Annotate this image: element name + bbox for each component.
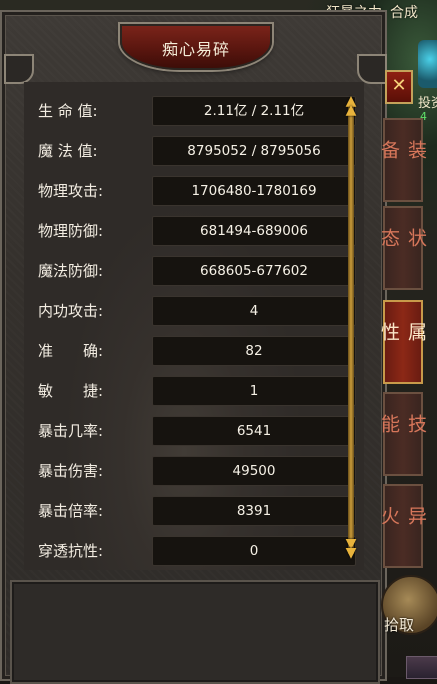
info-box (10, 580, 380, 684)
stat-row-accuracy: 准 确: 82 (38, 336, 364, 366)
panel-corner-ornament (357, 54, 387, 84)
stat-label: 物理防御: (38, 222, 104, 240)
stat-label: 暴击几率: (38, 422, 104, 440)
top-status-item[interactable]: 合成 (390, 5, 418, 21)
stat-row-magic-defense: 魔法防御: 668605-677602 (38, 256, 364, 286)
stat-label: 物理攻击: (38, 182, 104, 200)
close-button[interactable]: ✕ (385, 70, 413, 104)
scroll-up-icon[interactable]: ▲ ▲ (342, 94, 360, 117)
stat-label: 穿透抗性: (38, 542, 104, 560)
tab-label: 属性 (378, 322, 427, 345)
stat-value: 49500 (152, 456, 356, 486)
stat-label: 敏 捷: (38, 382, 104, 400)
stat-value: 8795052 / 8795056 (152, 136, 356, 166)
stats-list: 生 命 值: 2.11亿 / 2.11亿 魔 法 值: 8795052 / 87… (24, 82, 364, 570)
character-panel: 痴心易碎 生 命 值: 2.11亿 / 2.11亿 魔 法 值: 8795052… (0, 10, 387, 684)
tab-label: 装备 (378, 140, 427, 163)
panel-title: 痴心易碎 (161, 40, 230, 59)
stat-row-inner-attack: 内功攻击: 4 (38, 296, 364, 326)
stat-value: 1706480-1780169 (152, 176, 356, 206)
panel-corner-ornament (4, 54, 34, 84)
tab-strange-fire[interactable]: 异火 (378, 484, 427, 568)
stat-label: 内功攻击: (38, 302, 104, 320)
stat-row-penetration-resist: 穿透抗性: 0 (38, 536, 364, 566)
stat-label: 生 命 值: (38, 102, 98, 120)
stat-row-crit-chance: 暴击几率: 6541 (38, 416, 364, 446)
tab-status[interactable]: 状态 (378, 206, 427, 290)
stat-label: 暴击倍率: (38, 502, 104, 520)
stat-value: 4 (152, 296, 356, 326)
tab-equipment[interactable]: 装备 (378, 118, 427, 202)
stat-label: 暴击伤害: (38, 462, 104, 480)
stat-row-physical-attack: 物理攻击: 1706480-1780169 (38, 176, 364, 206)
tab-label: 状态 (378, 228, 427, 251)
stat-value: 681494-689006 (152, 216, 356, 246)
scrollbar[interactable] (348, 104, 354, 554)
stat-label: 魔 法 值: (38, 142, 98, 160)
tab-label: 异火 (378, 506, 427, 529)
stat-value: 82 (152, 336, 356, 366)
stat-label: 魔法防御: (38, 262, 104, 280)
expand-icon[interactable] (406, 656, 437, 679)
stat-row-hp: 生 命 值: 2.11亿 / 2.11亿 (38, 96, 364, 126)
stat-value: 1 (152, 376, 356, 406)
stat-row-crit-damage: 暴击伤害: 49500 (38, 456, 364, 486)
stat-value: 0 (152, 536, 356, 566)
pickup-label: 拾取 (384, 616, 415, 634)
stat-value: 6541 (152, 416, 356, 446)
invest-icon[interactable] (418, 40, 437, 88)
stat-label: 准 确: (38, 342, 104, 360)
tab-label: 技能 (378, 414, 427, 437)
scroll-down-icon[interactable]: ▼ ▼ (342, 537, 360, 560)
stat-value: 8391 (152, 496, 356, 526)
stat-row-agility: 敏 捷: 1 (38, 376, 364, 406)
stat-value: 2.11亿 / 2.11亿 (152, 96, 356, 126)
tab-attributes[interactable]: 属性 (378, 300, 427, 384)
stat-row-mp: 魔 法 值: 8795052 / 8795056 (38, 136, 364, 166)
stat-value: 668605-677602 (152, 256, 356, 286)
tab-skills[interactable]: 技能 (378, 392, 427, 476)
invest-label: 投资 (418, 96, 437, 111)
stat-row-crit-multiplier: 暴击倍率: 8391 (38, 496, 364, 526)
stat-row-physical-defense: 物理防御: 681494-689006 (38, 216, 364, 246)
